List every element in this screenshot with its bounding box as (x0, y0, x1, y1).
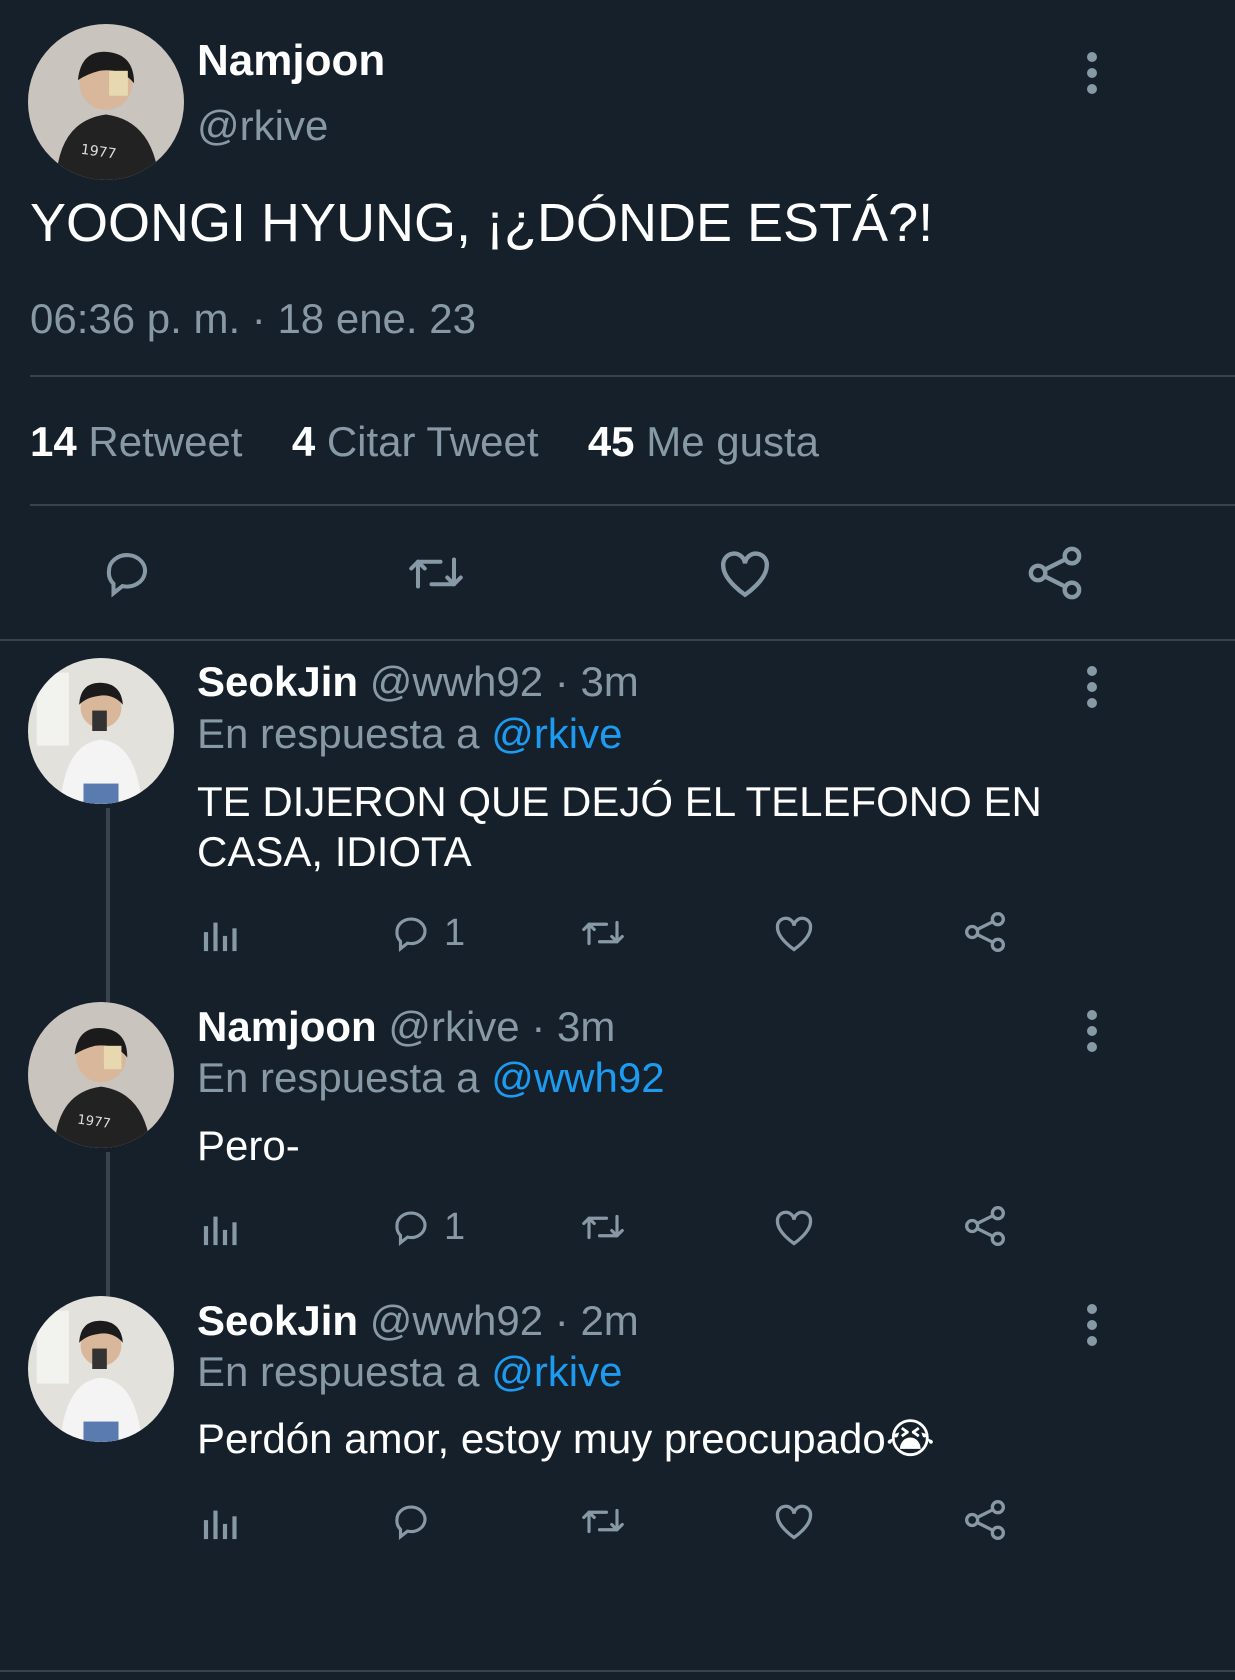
divider (0, 639, 1235, 641)
share-icon[interactable] (963, 910, 1007, 954)
author-handle[interactable]: @rkive (197, 102, 328, 150)
reply-meta[interactable]: @rkive · 3m (388, 1003, 615, 1050)
avatar[interactable] (28, 1296, 174, 1442)
retweet-icon[interactable] (578, 912, 628, 954)
reply-text: CASA, IDIOTA (197, 828, 472, 875)
avatar[interactable]: 1977 (28, 1002, 174, 1148)
author-name[interactable]: Namjoon (197, 36, 385, 86)
author-name[interactable]: SeokJin (197, 1297, 358, 1344)
tweet-text: YOONGI HYUNG, ¡¿DÓNDE ESTÁ?! (30, 193, 934, 253)
reply-text: Pero- (197, 1122, 300, 1169)
reply-to-link[interactable]: @rkive (491, 710, 622, 757)
heart-icon[interactable] (772, 1206, 816, 1248)
reply-text: TE DIJERON QUE DEJÓ EL TELEFONO EN (197, 778, 1042, 825)
retweet-icon[interactable] (578, 1206, 628, 1248)
reply-to-link[interactable]: @wwh92 (491, 1054, 664, 1101)
retweet-count[interactable]: 14 Retweet (30, 418, 242, 465)
share-icon[interactable] (1026, 544, 1084, 602)
reply-header: SeokJin @wwh92 · 3m (197, 658, 639, 706)
more-options-icon[interactable] (1085, 1010, 1099, 1058)
divider (30, 504, 1235, 506)
divider (30, 375, 1235, 377)
reply-header: SeokJin @wwh92 · 2m (197, 1297, 639, 1345)
reply-icon[interactable] (100, 546, 154, 600)
retweet-icon[interactable] (578, 1500, 628, 1542)
reply-context: En respuesta a @rkive (197, 1348, 623, 1395)
author-name[interactable]: SeokJin (197, 658, 358, 705)
reply-icon[interactable] (390, 1206, 432, 1248)
reply-count: 1 (444, 912, 466, 954)
thread-line (106, 1152, 110, 1296)
reply-meta[interactable]: @wwh92 · 3m (370, 658, 639, 705)
more-options-icon[interactable] (1085, 1304, 1099, 1352)
reply-header: Namjoon @rkive · 3m (197, 1003, 615, 1051)
heart-icon[interactable] (772, 1500, 816, 1542)
divider (0, 1670, 1235, 1672)
share-icon[interactable] (963, 1204, 1007, 1248)
analytics-icon[interactable] (202, 1502, 240, 1542)
reply-meta[interactable]: @wwh92 · 2m (370, 1297, 639, 1344)
reply-context: En respuesta a @wwh92 (197, 1054, 665, 1101)
reply-to-link[interactable]: @rkive (491, 1348, 622, 1395)
reply-icon[interactable] (390, 1500, 432, 1542)
analytics-icon[interactable] (202, 914, 240, 954)
retweet-icon[interactable] (404, 546, 468, 600)
heart-icon[interactable] (716, 546, 774, 600)
thread-line (106, 808, 110, 1002)
quote-count[interactable]: 4 Citar Tweet (292, 418, 539, 465)
reply-icon[interactable] (390, 912, 432, 954)
author-name[interactable]: Namjoon (197, 1003, 377, 1050)
more-options-icon[interactable] (1085, 52, 1099, 100)
analytics-icon[interactable] (202, 1208, 240, 1248)
heart-icon[interactable] (772, 912, 816, 954)
like-count[interactable]: 45 Me gusta (588, 418, 819, 465)
reply-context: En respuesta a @rkive (197, 710, 623, 757)
share-icon[interactable] (963, 1498, 1007, 1542)
more-options-icon[interactable] (1085, 666, 1099, 714)
tweet-timestamp[interactable]: 06:36 p. m. · 18 ene. 23 (30, 295, 476, 343)
avatar[interactable]: 1977 (28, 24, 184, 180)
reply-text: Perdón amor, estoy muy preocupado😭 (197, 1415, 935, 1462)
tweet-stats: 14 Retweet 4 Citar Tweet 45 Me gusta (30, 418, 819, 466)
reply-count: 1 (444, 1206, 466, 1248)
avatar[interactable] (28, 658, 174, 804)
